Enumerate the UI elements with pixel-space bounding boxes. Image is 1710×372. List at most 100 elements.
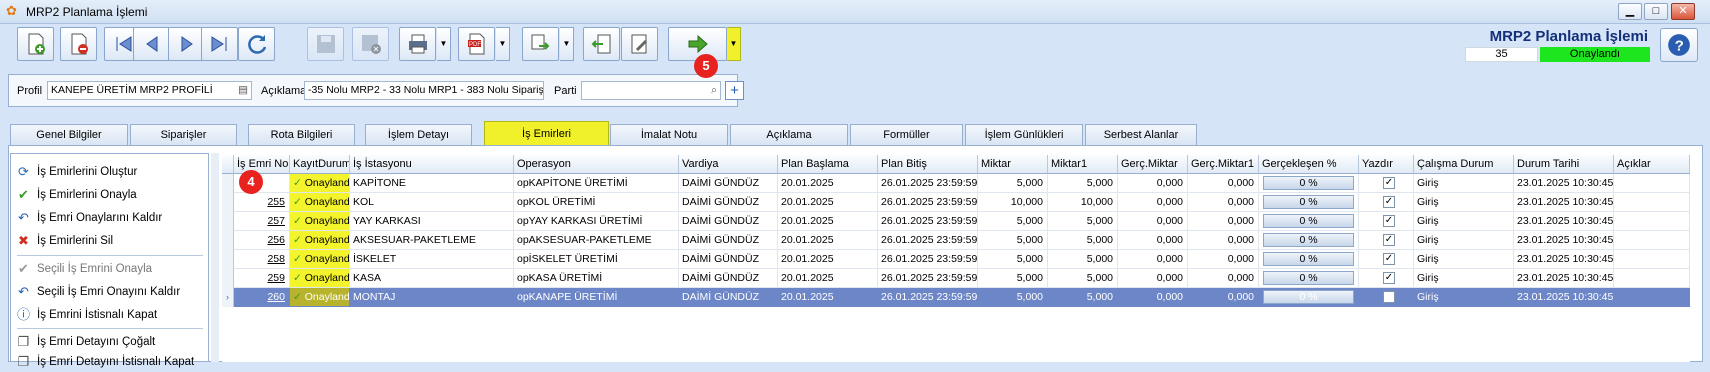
grid-cell[interactable]: 5,000 xyxy=(1048,288,1118,307)
grid-cell[interactable]: 5,000 xyxy=(1048,269,1118,288)
grid-cell[interactable]: 0,000 xyxy=(1188,174,1259,193)
new-button[interactable] xyxy=(17,27,54,61)
grid-cell[interactable]: 5,000 xyxy=(1048,231,1118,250)
parti-field[interactable]: ⌕ xyxy=(581,81,721,100)
grid-cell[interactable]: 0,000 xyxy=(1188,250,1259,269)
column-header[interactable]: Gerç.Miktar1 xyxy=(1188,155,1259,174)
grid-cell[interactable]: 20.01.2025 xyxy=(778,212,878,231)
close-button[interactable]: ✕ xyxy=(1671,3,1695,20)
table-row[interactable]: 257 ✓ Onaylandı YAY KARKASI opYAY KARKASI Ü… xyxy=(222,212,1690,231)
grid-cell[interactable]: ✓ xyxy=(1359,288,1414,307)
grid-cell[interactable]: İSKELET xyxy=(350,250,514,269)
table-row[interactable]: 259 ✓ Onaylandı KASA opKASA ÜRETİMİ DAİMİ GÜ… xyxy=(222,269,1690,288)
grid-cell[interactable]: 0,000 xyxy=(1188,193,1259,212)
grid-cell[interactable]: 258 xyxy=(234,250,290,269)
grid-cell[interactable]: ✓ Onaylandı xyxy=(290,231,350,250)
grid-cell[interactable]: 0 % xyxy=(1259,212,1359,231)
grid-cell[interactable]: opKANAPE ÜRETİMİ xyxy=(514,288,679,307)
grid-cell[interactable]: 20.01.2025 xyxy=(778,250,878,269)
grid-cell[interactable]: 20.01.2025 xyxy=(778,231,878,250)
table-row[interactable]: 258 ✓ Onaylandı İSKELET opİSKELET ÜRETİMİ DA… xyxy=(222,250,1690,269)
next-record-button[interactable] xyxy=(168,27,205,61)
export-dropdown-arrow[interactable]: ▼ xyxy=(560,27,574,61)
action-approve-work-orders[interactable]: ✔ İş Emirlerini Onayla xyxy=(16,185,137,205)
grid-cell[interactable]: 23.01.2025 10:30:45 xyxy=(1514,193,1614,212)
grid-cell[interactable]: opKOL ÜRETİMİ xyxy=(514,193,679,212)
column-header[interactable]: Durum Tarihi xyxy=(1514,155,1614,174)
refresh-button[interactable] xyxy=(238,27,275,61)
grid-cell[interactable]: Giriş xyxy=(1414,288,1514,307)
pdf-dropdown-arrow[interactable]: ▼ xyxy=(496,27,510,61)
grid-cell[interactable]: opYAY KARKASI ÜRETİMİ xyxy=(514,212,679,231)
grid-cell[interactable]: 0 % xyxy=(1259,288,1359,307)
grid-cell[interactable]: 26.01.2025 23:59:59 xyxy=(878,269,978,288)
pdf-button[interactable]: PDF xyxy=(458,27,495,61)
grid-cell[interactable] xyxy=(1614,250,1690,269)
tab-rota-bilgileri[interactable]: Rota Bilgileri xyxy=(248,124,355,145)
column-header[interactable]: Yazdır xyxy=(1359,155,1414,174)
grid-cell[interactable]: Giriş xyxy=(1414,231,1514,250)
settings-button[interactable] xyxy=(621,27,658,61)
grid-cell[interactable]: 0,000 xyxy=(1118,269,1188,288)
grid-cell[interactable]: 255 xyxy=(234,193,290,212)
table-row[interactable]: 255 ✓ Onaylandı KOL opKOL ÜRETİMİ DAİMİ GÜND… xyxy=(222,193,1690,212)
grid-cell[interactable]: 20.01.2025 xyxy=(778,174,878,193)
grid-cell[interactable]: 26.01.2025 23:59:59 xyxy=(878,231,978,250)
grid-cell[interactable]: DAİMİ GÜNDÜZ xyxy=(679,250,778,269)
grid-cell[interactable]: Giriş xyxy=(1414,250,1514,269)
tab-aciklama[interactable]: Açıklama xyxy=(730,124,848,145)
grid-cell[interactable]: 0,000 xyxy=(1188,212,1259,231)
column-header[interactable]: Açıklar xyxy=(1614,155,1690,174)
maximize-button[interactable]: □ xyxy=(1644,3,1668,20)
tab-formuller[interactable]: Formüller xyxy=(850,124,963,145)
grid-cell[interactable]: 257 xyxy=(234,212,290,231)
grid-cell[interactable]: opİSKELET ÜRETİMİ xyxy=(514,250,679,269)
grid-cell[interactable] xyxy=(1614,231,1690,250)
tab-genel-bilgiler[interactable]: Genel Bilgiler xyxy=(10,124,128,145)
grid-cell[interactable]: DAİMİ GÜNDÜZ xyxy=(679,212,778,231)
grid-cell[interactable]: 5,000 xyxy=(1048,212,1118,231)
grid-cell[interactable]: 26.01.2025 23:59:59 xyxy=(878,250,978,269)
minimize-button[interactable]: ▁ xyxy=(1618,3,1642,20)
grid-cell[interactable]: 23.01.2025 10:30:45 xyxy=(1514,288,1614,307)
grid-cell[interactable]: ✓ xyxy=(1359,212,1414,231)
grid-cell[interactable]: 20.01.2025 xyxy=(778,288,878,307)
grid-cell[interactable]: 0 % xyxy=(1259,250,1359,269)
grid-cell[interactable] xyxy=(1614,288,1690,307)
grid-cell[interactable]: 5,000 xyxy=(978,174,1048,193)
print-checkbox[interactable]: ✓ xyxy=(1383,234,1395,246)
column-header[interactable]: İş İstasyonu xyxy=(350,155,514,174)
grid-cell[interactable]: 0,000 xyxy=(1118,212,1188,231)
add-parti-button[interactable]: + xyxy=(725,81,744,100)
save-button[interactable] xyxy=(307,27,344,61)
grid-cell[interactable]: Giriş xyxy=(1414,193,1514,212)
grid-cell[interactable]: ✓ Onaylandı xyxy=(290,250,350,269)
action-close-detail-exception[interactable]: ❐ İş Emri Detayını İstisnalı Kapat xyxy=(16,352,195,372)
grid-cell[interactable]: 5,000 xyxy=(978,212,1048,231)
grid-cell[interactable]: 0 % xyxy=(1259,269,1359,288)
print-checkbox[interactable]: ✓ xyxy=(1383,177,1395,189)
grid-cell[interactable]: 256 xyxy=(234,231,290,250)
tab-serbest-alanlar[interactable]: Serbest Alanlar xyxy=(1085,124,1197,145)
grid-cell[interactable]: DAİMİ GÜNDÜZ xyxy=(679,231,778,250)
grid-cell[interactable]: 10,000 xyxy=(1048,193,1118,212)
tab-imalat-notu[interactable]: İmalat Notu xyxy=(610,124,728,145)
action-approve-selected[interactable]: ✔ Seçili İş Emrini Onayla xyxy=(16,259,152,279)
list-icon[interactable]: ▤ xyxy=(238,82,248,99)
tab-is-emirleri[interactable]: İş Emirleri xyxy=(484,121,609,145)
grid-cell[interactable]: ✓ Onaylandı xyxy=(290,174,350,193)
grid-cell[interactable]: 23.01.2025 10:30:45 xyxy=(1514,250,1614,269)
grid-cell[interactable]: ✓ xyxy=(1359,250,1414,269)
aciklama-field[interactable]: -35 Nolu MRP2 - 33 Nolu MRP1 - 383 Nolu … xyxy=(304,81,544,100)
column-header[interactable]: Plan Başlama xyxy=(778,155,878,174)
print-dropdown-arrow[interactable]: ▼ xyxy=(437,27,451,61)
row-indicator[interactable]: › xyxy=(222,288,234,307)
row-indicator[interactable] xyxy=(222,269,234,288)
table-row[interactable]: 256 ✓ Onaylandı AKSESUAR-PAKETLEME opAKSESU… xyxy=(222,231,1690,250)
row-indicator[interactable] xyxy=(222,231,234,250)
grid-cell[interactable]: opKAPİTONE ÜRETİMİ xyxy=(514,174,679,193)
grid-cell[interactable]: Giriş xyxy=(1414,174,1514,193)
grid-cell[interactable]: 0,000 xyxy=(1118,250,1188,269)
grid-cell[interactable]: 5,000 xyxy=(978,250,1048,269)
row-indicator[interactable] xyxy=(222,193,234,212)
